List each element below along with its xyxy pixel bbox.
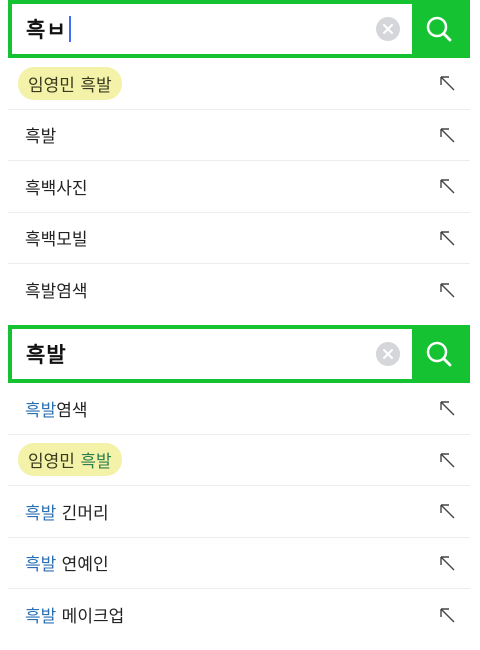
suggestion-rest: 연예인 (56, 555, 109, 576)
suggestion-list: 임영민 흑발 흑발 흑백사진 흑백모빌 흑발염색 (0, 58, 480, 316)
fill-query-arrow-icon[interactable] (438, 126, 456, 144)
suggestion-label: 흑발염색 (25, 396, 88, 421)
suggestion-label: 흑발 (25, 127, 57, 148)
matched-text: 흑발 (25, 400, 57, 421)
suggestion-item[interactable]: 흑발 긴머리 (8, 486, 470, 538)
suggestion-item[interactable]: 임영민 흑발 (8, 58, 470, 110)
fill-query-arrow-icon[interactable] (438, 606, 456, 624)
suggestion-item[interactable]: 흑발 연예인 (8, 538, 470, 589)
search-bar: 흑발 (8, 325, 470, 383)
fill-query-arrow-icon[interactable] (438, 502, 456, 520)
suggestion-label: 임영민 흑발 (28, 75, 112, 96)
promoted-suggestion-text: 임영민 흑발 (18, 66, 122, 100)
search-icon (426, 341, 452, 367)
suggestion-item[interactable]: 흑백사진 (8, 161, 470, 213)
suggestion-item[interactable]: 흑발염색 (8, 383, 470, 435)
fill-query-arrow-icon[interactable] (438, 554, 456, 572)
clear-button[interactable] (376, 342, 400, 366)
fill-query-arrow-icon[interactable] (438, 177, 456, 195)
search-input[interactable]: 흑ㅂ (12, 4, 412, 54)
text-caret (68, 16, 71, 42)
search-bar: 흑ㅂ (8, 0, 470, 58)
clear-button[interactable] (376, 17, 400, 41)
suggestion-item[interactable]: 임영민 흑발 (8, 435, 470, 486)
suggestion-rest: 염색 (56, 400, 88, 421)
suggestion-item[interactable]: 흑백모빌 (8, 213, 470, 264)
fill-query-arrow-icon[interactable] (438, 399, 456, 417)
suggestion-rest: 긴머리 (56, 503, 109, 524)
matched-text: 흑발 (80, 452, 112, 473)
suggestion-label: 흑백모빌 (25, 230, 88, 251)
matched-text: 흑발 (25, 503, 57, 524)
search-button[interactable] (412, 329, 466, 379)
close-icon (383, 349, 393, 359)
suggestion-label: 흑백사진 (25, 178, 88, 199)
search-input[interactable]: 흑발 (12, 329, 412, 379)
suggestion-label: 흑발 긴머리 (25, 499, 109, 524)
fill-query-arrow-icon[interactable] (438, 74, 456, 92)
promoted-suggestion-text: 임영민 흑발 (18, 443, 122, 477)
search-query[interactable]: 흑발 (26, 339, 67, 369)
search-panel-1: 흑ㅂ 임영민 흑발 흑발 흑백사진 흑백모빌 흑발염색 (0, 0, 480, 316)
suggestion-list: 흑발염색 임영민 흑발 흑발 긴머리 흑발 연예인 흑발 메이크업 (0, 383, 480, 641)
close-icon (383, 24, 393, 34)
search-query[interactable]: 흑ㅂ (26, 14, 67, 44)
matched-text: 흑발 (25, 555, 57, 576)
suggestion-label: 흑발염색 (25, 282, 88, 303)
suggestion-label: 흑발 연예인 (25, 550, 109, 575)
suggestion-item[interactable]: 흑발 메이크업 (8, 589, 470, 641)
fill-query-arrow-icon[interactable] (438, 229, 456, 247)
suggestion-pre: 임영민 (28, 452, 81, 473)
suggestion-item[interactable]: 흑발 (8, 110, 470, 161)
suggestion-item[interactable]: 흑발염색 (8, 264, 470, 316)
search-icon (426, 16, 452, 42)
fill-query-arrow-icon[interactable] (438, 451, 456, 469)
search-button[interactable] (412, 4, 466, 54)
search-panel-2: 흑발 흑발염색 임영민 흑발 흑발 긴머리 흑발 연예인 흑발 메이크업 (0, 325, 480, 641)
suggestion-label: 흑발 메이크업 (25, 602, 124, 627)
fill-query-arrow-icon[interactable] (438, 281, 456, 299)
matched-text: 흑발 (25, 607, 57, 628)
suggestion-rest: 메이크업 (56, 607, 125, 628)
